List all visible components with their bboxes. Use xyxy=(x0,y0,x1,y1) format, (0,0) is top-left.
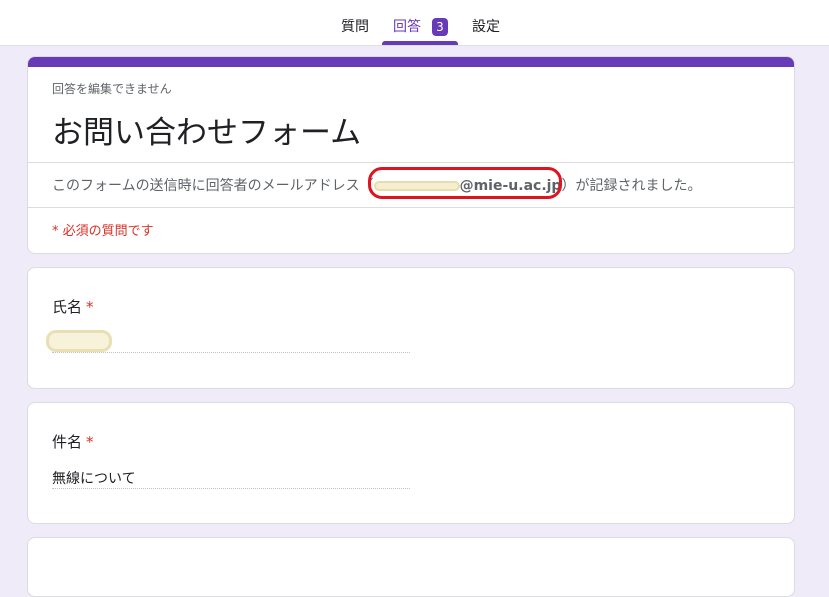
form-header-card: 回答を編集できません お問い合わせフォーム このフォームの送信時に回答者のメール… xyxy=(27,56,795,254)
responses-count-badge: 3 xyxy=(432,18,448,36)
top-tab-bar: 質問 回答 3 設定 xyxy=(0,0,829,46)
tab-settings[interactable]: 設定 xyxy=(472,0,500,45)
answer-value: 無線について xyxy=(52,471,136,487)
question-label: 件名 * xyxy=(52,431,94,452)
header-divider-2 xyxy=(28,207,794,208)
answer-field xyxy=(52,488,410,489)
answer-field xyxy=(52,352,410,353)
question-label: 氏名 * xyxy=(52,296,94,317)
required-star: * xyxy=(86,433,94,451)
question-title: 件名 xyxy=(52,433,83,451)
required-star: * xyxy=(86,298,94,316)
question-card-name: 氏名 * xyxy=(27,267,795,389)
accent-band xyxy=(28,57,794,67)
required-question-note: * 必須の質問です xyxy=(52,224,154,239)
tab-questions[interactable]: 質問 xyxy=(341,0,369,45)
tab-responses[interactable]: 回答 xyxy=(393,0,421,45)
cannot-edit-note: 回答を編集できません xyxy=(52,82,172,96)
question-card-subject: 件名 * 無線について xyxy=(27,402,795,524)
email-notice-suffix: ）が記録されました。 xyxy=(561,178,702,194)
email-highlight-annotation xyxy=(368,167,562,199)
header-divider xyxy=(28,162,794,163)
question-card-next xyxy=(27,537,795,597)
form-title: お問い合わせフォーム xyxy=(52,115,362,151)
redacted-answer xyxy=(46,330,112,352)
question-title: 氏名 xyxy=(52,298,83,316)
email-notice-prefix: このフォームの送信時に回答者のメールアドレス（ xyxy=(52,178,374,194)
active-tab-indicator xyxy=(382,41,458,45)
